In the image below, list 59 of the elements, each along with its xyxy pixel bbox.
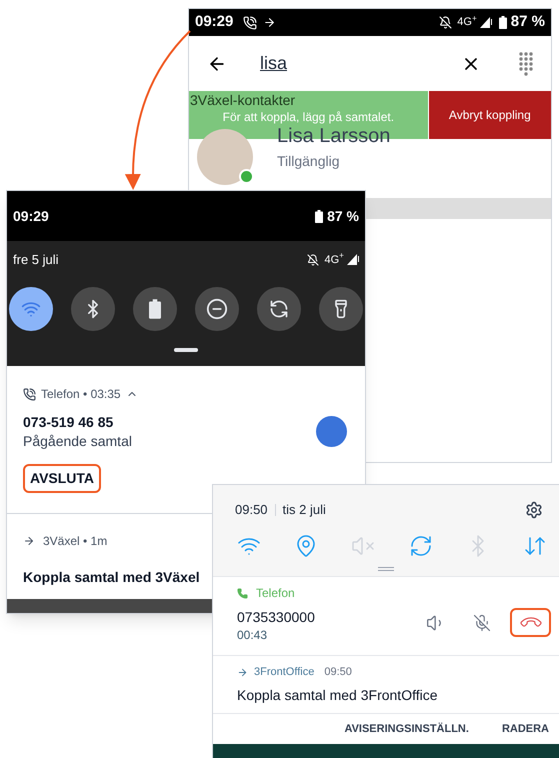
shade-time: 09:50	[235, 500, 268, 519]
arrow-icon	[263, 16, 276, 29]
network-type: 4G$^{+}$	[457, 14, 477, 30]
notification-title: Koppla samtal med 3Växel	[23, 568, 201, 587]
end-call-button[interactable]	[510, 608, 551, 637]
arrow-icon	[237, 666, 248, 678]
signal-icon	[347, 254, 359, 266]
call-duration: 00:43	[237, 627, 268, 644]
status-time: 09:29	[195, 12, 234, 32]
notification-time: 09:50	[324, 665, 352, 680]
notification-text: Koppla samtal med 3FrontOffice	[237, 686, 439, 705]
rotate-icon	[269, 298, 289, 318]
battery-percent: 87 %	[510, 12, 545, 32]
flashlight-tile[interactable]	[319, 286, 363, 330]
cancel-button[interactable]: Avbryt koppling	[428, 91, 551, 139]
end-call-button[interactable]: AVSLUTA	[23, 464, 102, 493]
contact-status: Tillgänglig	[277, 152, 340, 171]
minus-circle-icon	[206, 298, 228, 320]
battery-icon	[149, 298, 161, 318]
caller-number: 073-519 46 85	[23, 413, 114, 431]
drag-handle[interactable]	[174, 348, 198, 352]
bluetooth-tile[interactable]	[71, 286, 115, 330]
drag-handle[interactable]	[378, 567, 394, 571]
battery-icon	[498, 16, 507, 29]
notification-header: Telefon • 03:35	[41, 386, 121, 403]
app-logo-icon	[316, 416, 347, 447]
rotate-icon[interactable]	[408, 534, 433, 558]
status-time: 09:29	[13, 206, 49, 226]
settings-icon[interactable]	[525, 500, 543, 518]
app-name: 3FrontOffice	[254, 665, 314, 680]
do-not-disturb-tile[interactable]	[195, 286, 239, 330]
mute-microphone-icon[interactable]	[473, 614, 491, 632]
search-field[interactable]: lisa	[260, 50, 461, 77]
call-status: Pågående samtal	[23, 432, 132, 451]
wifi-tile[interactable]	[9, 286, 53, 330]
notification-action-button[interactable]: AVISERINGSINSTÄLLN.	[344, 720, 469, 738]
date-text: fre 5 juli	[13, 251, 59, 269]
battery-tile[interactable]	[133, 286, 177, 330]
call-icon	[23, 388, 36, 400]
app-name: Telefon	[256, 585, 295, 602]
battery-percent: 87 %	[327, 206, 359, 226]
signal-icon	[480, 17, 492, 28]
toast-message: För att koppla, lägg på samtalet.	[222, 110, 394, 124]
transfer-notification[interactable]: 3FrontOffice 09:50 Koppla samtal med 3FrontOffice	[213, 656, 559, 714]
phone-icon	[237, 588, 248, 598]
rotate-tile[interactable]	[257, 286, 301, 330]
battery-icon	[315, 210, 324, 222]
shade-date: tis 2 juli	[282, 500, 326, 519]
bell-off-icon	[307, 254, 320, 266]
bell-off-icon	[439, 16, 452, 29]
section-header: 3Växel-kontakter	[190, 93, 296, 108]
call-notification[interactable]: Telefon 0735330000 00:43	[213, 576, 559, 656]
dialpad-icon[interactable]	[519, 52, 533, 76]
notification-header: 3Växel • 1m	[43, 533, 108, 550]
caller-number: 0735330000	[237, 609, 315, 626]
call-icon	[243, 16, 258, 30]
notification-action-button[interactable]: RADERA	[502, 720, 549, 738]
arrow-icon	[23, 535, 35, 547]
network-type: 4G$^{+}$	[324, 252, 344, 268]
